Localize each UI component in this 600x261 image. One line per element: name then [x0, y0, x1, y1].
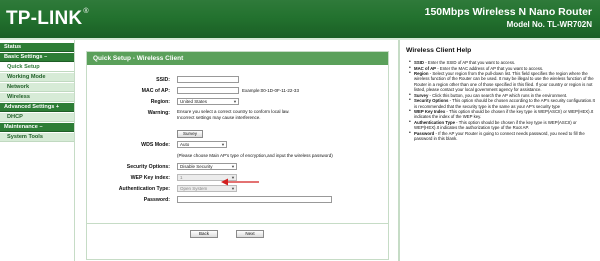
help-term: SSID	[414, 60, 425, 65]
mac-label: MAC of AP:	[141, 88, 170, 94]
security-options-label: Security Options:	[126, 164, 170, 170]
sidebar-item-label: DHCP	[7, 114, 23, 120]
survey-button[interactable]: Survey	[177, 130, 203, 138]
help-term: Password	[414, 130, 435, 136]
warning-line-2: Incorrect settings may cause interferenc…	[177, 115, 261, 120]
help-item-authentication-type: Authentication Type - This option should…	[409, 120, 597, 131]
help-list: SSID - Enter the SSID of AP that you wan…	[409, 60, 597, 142]
help-text: - If the AP your Router is going to conn…	[414, 130, 585, 142]
chevron-down-icon: ▼	[233, 99, 237, 104]
sidebar-item-basic-settings[interactable]: Basic Settings –	[0, 53, 74, 62]
sidebar-item-label: Advanced Settings	[4, 104, 55, 110]
chevron-down-icon: ▼	[221, 142, 225, 147]
sidebar-item-working-mode[interactable]: Working Mode	[0, 73, 74, 82]
help-term: MAC of AP	[414, 65, 437, 71]
form-divider	[87, 223, 388, 224]
sidebar-item-network[interactable]: Network	[0, 83, 74, 92]
sidebar-item-status[interactable]: Status	[0, 43, 74, 52]
region-select[interactable]: United States ▼	[177, 98, 239, 105]
warning-line-1: Ensure you select a correct country to c…	[177, 109, 290, 114]
region-value: United States	[180, 99, 208, 104]
next-button[interactable]: Next	[236, 230, 264, 238]
wds-note: (Please choose Main AP's type of encrypt…	[177, 153, 333, 158]
security-options-value: Disable Security	[180, 164, 213, 169]
tp-link-logo: TP-LINK®	[6, 8, 89, 30]
help-item-survey: Survey - Click this button, you can sear…	[409, 92, 597, 99]
sidebar-item-quick-setup[interactable]: Quick Setup	[0, 63, 74, 72]
expand-icon: +	[55, 104, 60, 110]
ssid-input[interactable]	[177, 76, 239, 83]
page-title: Quick Setup - Wireless Client	[87, 52, 388, 65]
sidebar-item-maintenance[interactable]: Maintenance –	[0, 123, 74, 132]
sidebar-item-label: System Tools	[7, 134, 43, 140]
security-options-select[interactable]: Disable Security ▼	[177, 163, 237, 170]
help-term: Security Options	[414, 98, 449, 104]
help-item-password: Password - If the AP your Router is goin…	[409, 131, 597, 142]
sidebar-item-label: Wireless	[7, 94, 30, 100]
logo-text: TP-LINK	[6, 8, 83, 29]
password-label: Password:	[143, 197, 170, 203]
help-item-wep-key-index: WEP Key Index - This option should be ch…	[409, 109, 597, 120]
sidebar-item-label: Quick Setup	[7, 64, 40, 70]
sidebar-item-label: Basic Settings	[4, 54, 43, 60]
help-item-security-options: Security Options - This option should be…	[409, 98, 597, 109]
collapse-icon: –	[39, 124, 43, 130]
help-text: - Select your region from the pull-down …	[414, 71, 594, 93]
mac-input[interactable]	[177, 87, 239, 94]
header-banner: TP-LINK® 150Mbps Wireless N Nano Router …	[0, 0, 600, 38]
ssid-label: SSID:	[156, 77, 170, 83]
collapse-icon: –	[44, 54, 48, 60]
sidebar-item-label: Network	[7, 84, 30, 90]
sidebar-item-advanced-settings[interactable]: Advanced Settings +	[0, 103, 74, 112]
product-model: Model No. TL-WR702N	[506, 20, 592, 29]
sidebar-item-label: Status	[4, 44, 22, 50]
region-label: Region:	[150, 99, 170, 105]
wep-key-index-value: 1	[180, 175, 183, 180]
mac-example: Example:00-1D-0F-11-22-33	[242, 88, 299, 93]
wds-mode-value: Auto	[180, 142, 190, 147]
auth-type-label: Authentication Type:	[118, 186, 170, 192]
red-arrow-annotation	[221, 178, 259, 186]
chevron-down-icon: ▼	[231, 164, 235, 169]
help-text: - Click this button, you can search the …	[428, 92, 568, 98]
password-input[interactable]	[177, 196, 332, 203]
auth-type-value: Open System	[180, 186, 208, 191]
wds-mode-label: WDS Mode:	[141, 142, 170, 148]
help-term: WEP Key Index	[414, 109, 446, 115]
product-title: 150Mbps Wireless N Nano Router	[424, 6, 592, 18]
sidebar-item-system-tools[interactable]: System Tools	[0, 133, 74, 142]
sidebar-item-dhcp[interactable]: DHCP	[0, 113, 74, 122]
sidebar-item-label: Maintenance	[4, 124, 38, 130]
help-item-mac: MAC of AP - Enter the MAC address of AP …	[409, 65, 597, 72]
help-term: Authentication Type	[414, 120, 455, 126]
registered-mark: ®	[83, 8, 89, 15]
help-term: Survey	[414, 92, 429, 98]
help-panel: Wireless Client Help SSID - Enter the SS…	[398, 40, 600, 261]
warning-label: Warning:	[147, 110, 170, 116]
back-button[interactable]: Back	[190, 230, 218, 238]
sidebar-item-label: Working Mode	[7, 74, 46, 80]
quick-setup-panel: Quick Setup - Wireless Client SSID: MAC …	[86, 51, 389, 260]
wep-key-index-label: WEP Key index:	[130, 175, 170, 181]
help-item-region: Region - Select your region from the pul…	[409, 71, 597, 92]
help-item-ssid: SSID - Enter the SSID of AP that you wan…	[409, 60, 597, 66]
help-text: - Enter the SSID of AP that you want to …	[424, 60, 516, 65]
sidebar-nav: Status Basic Settings – Quick Setup Work…	[0, 40, 75, 261]
help-text: - Enter the MAC address of AP that you w…	[436, 65, 544, 71]
help-title: Wireless Client Help	[406, 47, 472, 54]
wds-mode-select[interactable]: Auto ▼	[177, 141, 227, 148]
help-term: Region	[414, 71, 429, 77]
main-content: Quick Setup - Wireless Client SSID: MAC …	[75, 40, 398, 261]
sidebar-item-wireless[interactable]: Wireless	[0, 93, 74, 102]
